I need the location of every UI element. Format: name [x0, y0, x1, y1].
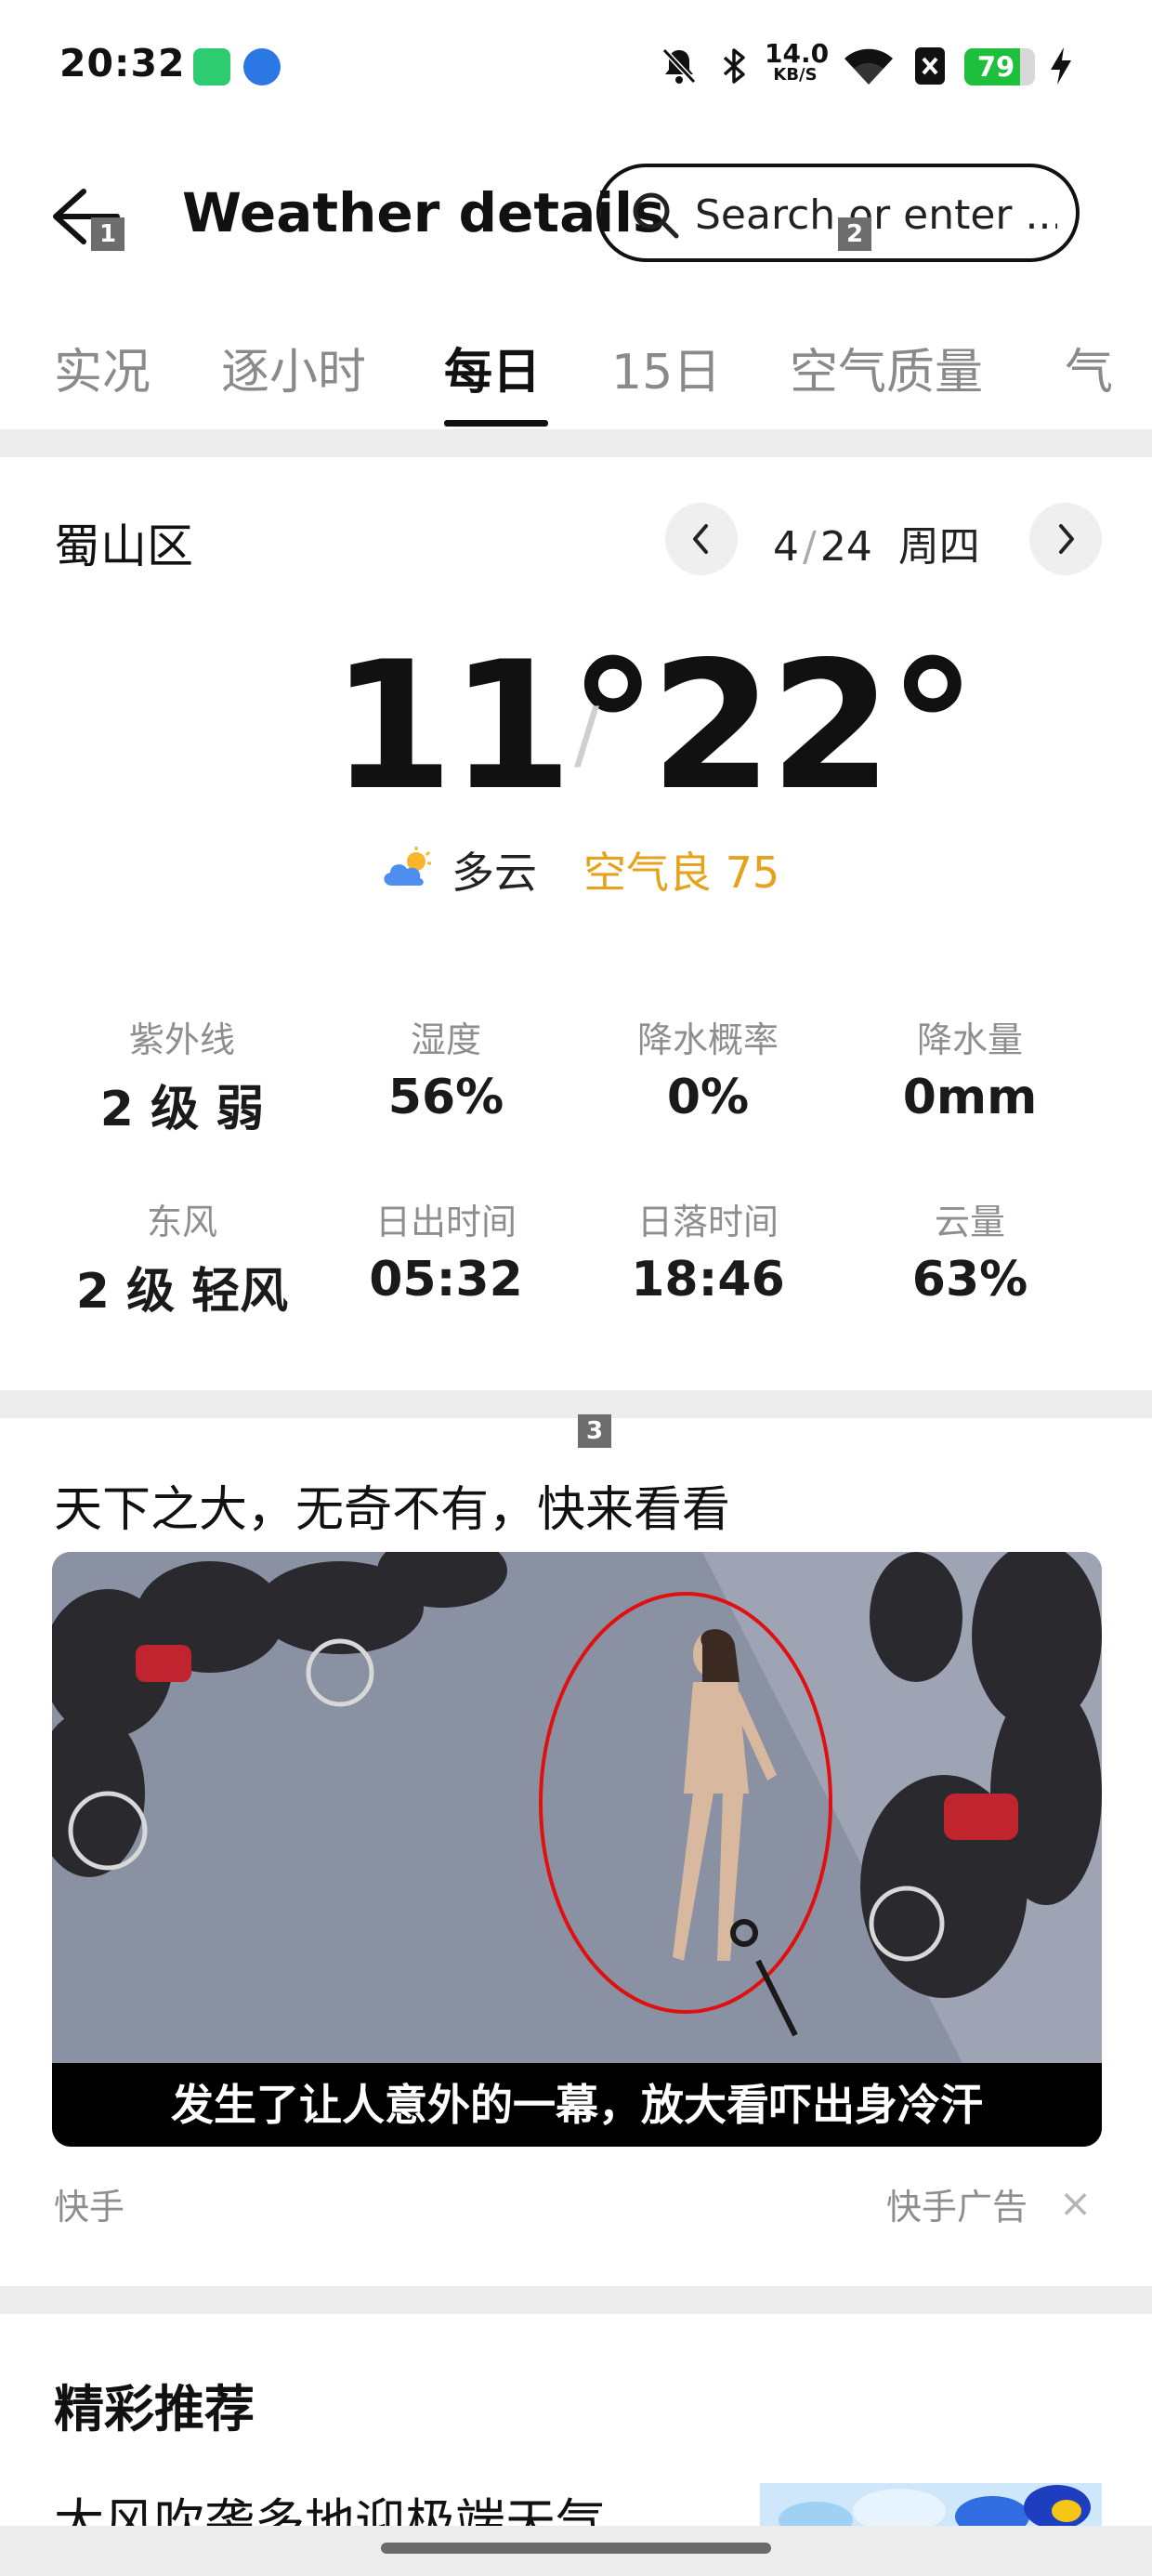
bell-muted-icon	[658, 45, 700, 87]
tab-hourly[interactable]: 逐小时	[221, 333, 366, 402]
ad-source: 快手	[54, 2187, 125, 2228]
status-bar: 20:32 14.0 KB/S 79	[0, 0, 1152, 139]
next-day-button[interactable]	[1029, 503, 1102, 575]
battery-level: 79	[976, 51, 1015, 83]
ad-headline[interactable]: 天下之大，无奇不有，快来看看	[54, 1470, 730, 1540]
divider	[0, 2286, 1152, 2314]
net-speed-unit: KB/S	[773, 65, 818, 85]
tab-air-quality[interactable]: 空气质量	[790, 333, 983, 402]
battery-indicator: 79	[964, 48, 1035, 85]
element-index-badge: 2	[838, 217, 871, 251]
metric-label: 湿度	[410, 1019, 481, 1060]
page-title: Weather details	[182, 181, 665, 244]
metric-value: 63%	[911, 1252, 1028, 1308]
metric-sunrise: 日出时间 05:32	[316, 1193, 576, 1308]
charging-icon	[1044, 45, 1078, 87]
search-icon	[628, 188, 684, 247]
condition-row: 多云 空气良 75	[379, 840, 779, 900]
metric-precip-amount: 降水量 0mm	[840, 1011, 1100, 1125]
metric-value: 0mm	[902, 1070, 1038, 1125]
temp-separator: /	[574, 691, 599, 778]
recommended-item-title[interactable]: 大风吹袭多地迎极端天气...	[54, 2481, 760, 2528]
metric-wind: 东风 2 级 轻风	[52, 1193, 312, 1321]
weekday: 周四	[897, 523, 980, 571]
district-name: 蜀山区	[54, 519, 193, 573]
metric-value: 56%	[387, 1070, 504, 1125]
metric-cloud-cover: 云量 63%	[840, 1193, 1100, 1308]
recommended-item-thumbnail[interactable]	[760, 2483, 1102, 2526]
metric-label: 东风	[146, 1202, 217, 1242]
metric-label: 降水概率	[636, 1019, 779, 1060]
ad-video-thumbnail[interactable]: 发生了让人意外的一幕，放大看吓出身冷汗	[52, 1552, 1102, 2147]
metric-value: 0%	[666, 1070, 750, 1125]
metric-value: 2 级 轻风	[75, 1264, 289, 1320]
air-quality-link[interactable]: 空气良 75	[583, 839, 779, 900]
battery-saver-app-icon	[193, 48, 230, 85]
bluetooth-icon	[715, 45, 753, 87]
metric-value: 2 级 弱	[99, 1082, 265, 1137]
divider	[0, 1390, 1152, 1418]
metric-label: 日出时间	[374, 1202, 517, 1242]
condition-text: 多云	[452, 848, 537, 898]
date-month: 4	[773, 523, 799, 571]
date-label: 4/24 周四	[773, 523, 980, 571]
net-speed-value: 14.0	[765, 38, 830, 69]
app-notification-icon	[243, 48, 281, 85]
metric-label: 云量	[934, 1202, 1005, 1242]
ad-scene-image	[52, 1552, 1102, 2063]
weather-map-image	[760, 2483, 1102, 2526]
metric-label: 紫外线	[128, 1019, 235, 1060]
wifi-icon	[840, 45, 897, 87]
search-input[interactable]	[695, 190, 1057, 240]
home-gesture-handle[interactable]	[381, 2543, 771, 2554]
temp-low: 11°	[331, 624, 657, 829]
section-title: 精彩推荐	[54, 2380, 255, 2438]
chevron-right-icon	[1059, 524, 1074, 554]
tab-realtime[interactable]: 实况	[54, 333, 151, 402]
metric-value: 05:32	[369, 1252, 523, 1308]
tab-daily[interactable]: 每日	[444, 333, 541, 402]
partly-cloudy-icon	[379, 847, 433, 893]
tab-15day[interactable]: 15日	[611, 333, 721, 402]
ad-label: 快手广告	[886, 2187, 1028, 2228]
tab-more[interactable]: 气	[1065, 333, 1120, 402]
element-index-badge: 3	[578, 1414, 611, 1448]
metric-precip-prob: 降水概率 0%	[578, 1011, 838, 1125]
active-tab-indicator	[444, 420, 548, 427]
chevron-left-icon	[693, 524, 708, 554]
temp-high: 22°	[650, 624, 976, 829]
status-time: 20:32	[59, 41, 186, 85]
prev-day-button[interactable]	[665, 503, 738, 575]
close-icon[interactable]: ×	[1059, 2180, 1092, 2226]
date-day: 24	[819, 523, 872, 571]
metric-value: 18:46	[631, 1252, 785, 1308]
divider	[0, 429, 1152, 457]
tab-bar: 实况 逐小时 每日 15日 空气质量 气	[0, 316, 1152, 427]
metric-label: 降水量	[916, 1019, 1023, 1060]
metric-uv: 紫外线 2 级 弱	[52, 1011, 312, 1139]
metric-sunset: 日落时间 18:46	[578, 1193, 838, 1308]
metric-label: 日落时间	[636, 1202, 779, 1242]
element-index-badge: 1	[91, 217, 124, 251]
sim-blocked-icon	[912, 45, 948, 87]
ad-caption: 发生了让人意外的一幕，放大看吓出身冷汗	[52, 2063, 1102, 2147]
metric-humidity: 湿度 56%	[316, 1011, 576, 1125]
net-speed: 14.0 KB/S	[765, 38, 830, 85]
